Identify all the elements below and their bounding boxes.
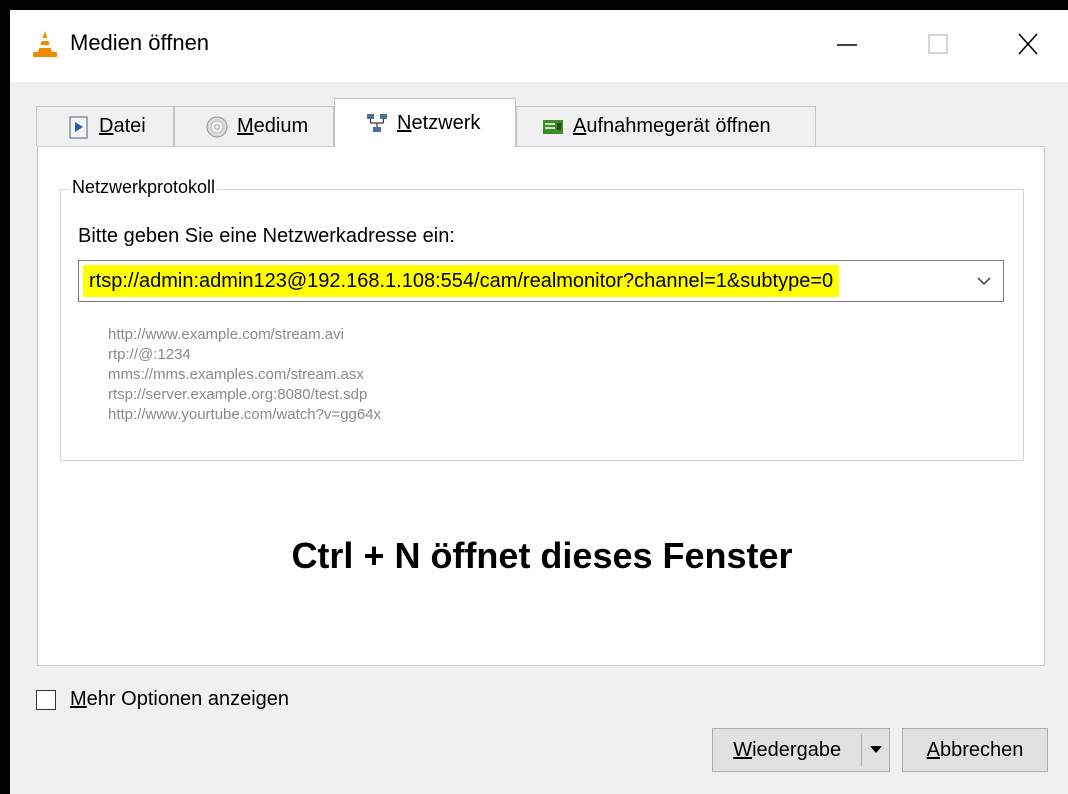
play-label: iedergabe xyxy=(752,738,842,761)
maximize-icon[interactable] xyxy=(913,24,963,64)
disc-icon xyxy=(206,116,228,137)
chevron-down-icon[interactable] xyxy=(975,273,993,289)
url-examples: http://www.example.com/stream.avi rtp://… xyxy=(108,325,381,425)
tab-disc[interactable]: Medium xyxy=(174,106,334,146)
more-options-mnemonic: M xyxy=(70,688,87,710)
example-url: mms://mms.examples.com/stream.asx xyxy=(108,366,364,383)
tab-file[interactable]: Datei xyxy=(36,106,174,146)
open-media-dialog: Medien öffnen Datei Medium Netzwerk Aufn… xyxy=(10,10,1068,794)
tab-network-label: etzwerk xyxy=(411,111,481,134)
capture-card-icon xyxy=(543,119,563,134)
window-title: Medien öffnen xyxy=(70,30,210,55)
file-play-icon xyxy=(69,115,88,139)
example-url: http://www.yourtube.com/watch?v=gg64x xyxy=(108,406,382,423)
network-address-input[interactable]: rtsp://admin:admin123@192.168.1.108:554/… xyxy=(83,265,840,297)
play-mnemonic: W xyxy=(733,738,753,761)
network-icon xyxy=(367,114,387,132)
triangle-down-icon xyxy=(869,746,882,753)
tab-disc-label: edium xyxy=(253,115,309,137)
tab-network-mnemonic: N xyxy=(397,111,412,134)
tab-capture-label: ufnahmegerät öffnen xyxy=(586,115,771,137)
shortcut-annotation: Ctrl + N öffnet dieses Fenster xyxy=(291,535,793,576)
play-split-button[interactable]: Wiedergabe xyxy=(712,728,890,772)
cancel-mnemonic: A xyxy=(926,738,940,761)
minimize-icon[interactable] xyxy=(822,24,872,64)
network-tab-panel: Netzwerkprotokoll Bitte geben Sie eine N… xyxy=(37,146,1045,666)
tab-disc-mnemonic: M xyxy=(237,115,254,137)
address-prompt: Bitte geben Sie eine Netzwerkadresse ein… xyxy=(78,225,455,247)
cancel-button[interactable]: Abbrechen xyxy=(902,728,1048,772)
vlc-cone-icon xyxy=(33,31,57,57)
more-options-checkbox[interactable] xyxy=(36,689,56,710)
tab-file-mnemonic: D xyxy=(99,115,114,137)
play-dropdown[interactable] xyxy=(862,746,889,754)
tab-capture-device[interactable]: Aufnahmegerät öffnen xyxy=(516,106,816,146)
example-url: http://www.example.com/stream.avi xyxy=(108,326,344,343)
network-address-combobox[interactable]: rtsp://admin:admin123@192.168.1.108:554/… xyxy=(78,260,1004,302)
more-options-label: ehr Optionen anzeigen xyxy=(86,688,290,710)
close-icon[interactable] xyxy=(1003,24,1053,64)
example-url: rtp://@:1234 xyxy=(108,346,191,363)
play-button[interactable]: Wiedergabe xyxy=(713,739,861,762)
example-url: rtsp://server.example.org:8080/test.sdp xyxy=(108,386,368,403)
title-bar: Medien öffnen xyxy=(10,10,1068,82)
tab-file-label: atei xyxy=(113,115,146,137)
more-options-row[interactable]: Mehr Optionen anzeigen xyxy=(36,688,289,711)
tab-capture-mnemonic: A xyxy=(573,115,587,137)
group-label: Netzwerkprotokoll xyxy=(70,177,218,198)
tab-network[interactable]: Netzwerk xyxy=(334,98,516,147)
cancel-label: bbrechen xyxy=(939,738,1024,761)
